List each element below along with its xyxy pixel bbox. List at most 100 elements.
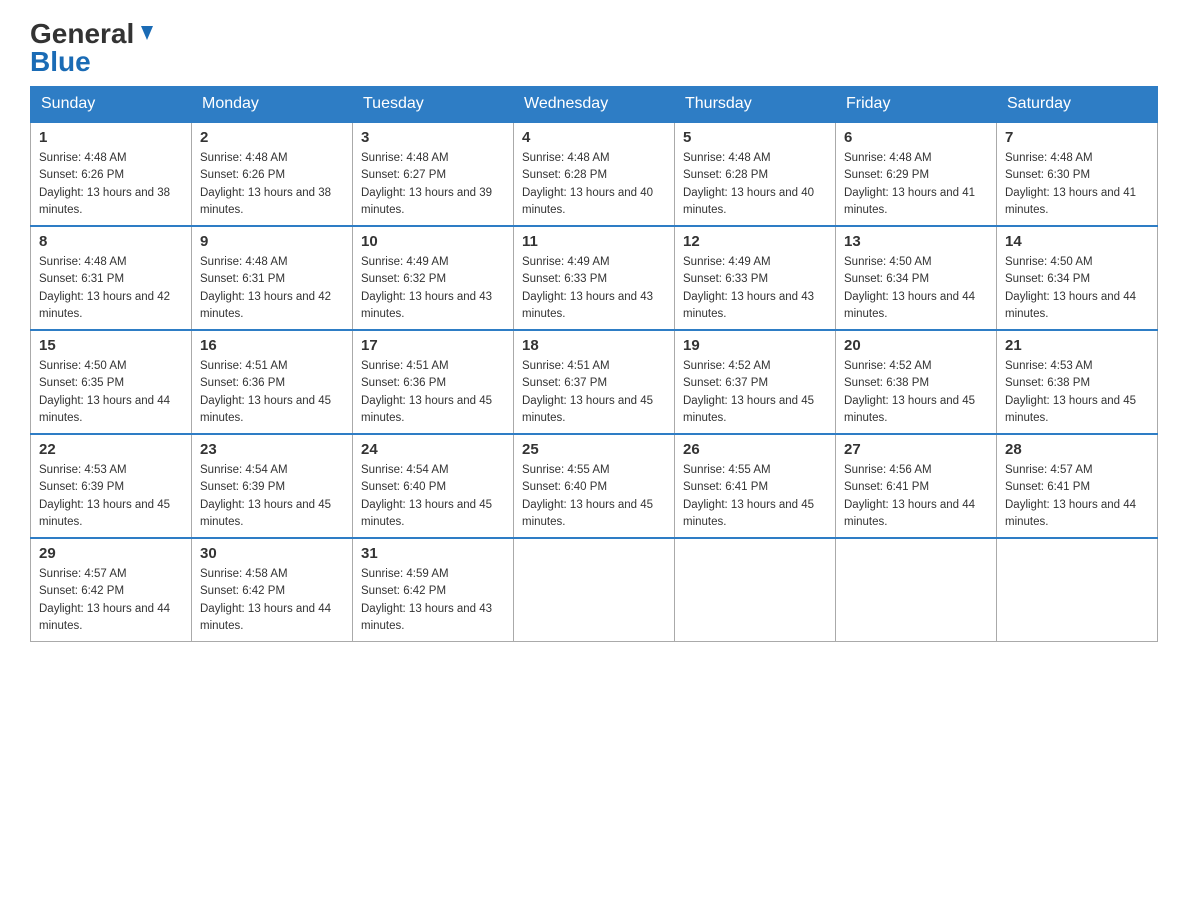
day-number: 4 bbox=[522, 129, 666, 146]
day-info: Sunrise: 4:57 AM Sunset: 6:42 PM Dayligh… bbox=[39, 566, 183, 635]
day-info: Sunrise: 4:48 AM Sunset: 6:28 PM Dayligh… bbox=[683, 150, 827, 219]
day-number: 24 bbox=[361, 441, 505, 458]
logo: General Blue bbox=[30, 20, 158, 76]
calendar-cell: 27 Sunrise: 4:56 AM Sunset: 6:41 PM Dayl… bbox=[836, 434, 997, 538]
day-number: 22 bbox=[39, 441, 183, 458]
day-number: 3 bbox=[361, 129, 505, 146]
logo-general-text: General bbox=[30, 20, 134, 48]
day-number: 23 bbox=[200, 441, 344, 458]
day-info: Sunrise: 4:56 AM Sunset: 6:41 PM Dayligh… bbox=[844, 462, 988, 531]
calendar-cell: 10 Sunrise: 4:49 AM Sunset: 6:32 PM Dayl… bbox=[353, 226, 514, 330]
calendar-cell: 16 Sunrise: 4:51 AM Sunset: 6:36 PM Dayl… bbox=[192, 330, 353, 434]
calendar-cell: 8 Sunrise: 4:48 AM Sunset: 6:31 PM Dayli… bbox=[31, 226, 192, 330]
day-number: 26 bbox=[683, 441, 827, 458]
day-info: Sunrise: 4:55 AM Sunset: 6:40 PM Dayligh… bbox=[522, 462, 666, 531]
calendar-cell: 5 Sunrise: 4:48 AM Sunset: 6:28 PM Dayli… bbox=[675, 122, 836, 226]
day-info: Sunrise: 4:53 AM Sunset: 6:38 PM Dayligh… bbox=[1005, 358, 1149, 427]
day-number: 20 bbox=[844, 337, 988, 354]
day-info: Sunrise: 4:51 AM Sunset: 6:37 PM Dayligh… bbox=[522, 358, 666, 427]
day-number: 2 bbox=[200, 129, 344, 146]
calendar-header-row: SundayMondayTuesdayWednesdayThursdayFrid… bbox=[31, 87, 1158, 123]
calendar-cell: 26 Sunrise: 4:55 AM Sunset: 6:41 PM Dayl… bbox=[675, 434, 836, 538]
day-info: Sunrise: 4:49 AM Sunset: 6:32 PM Dayligh… bbox=[361, 254, 505, 323]
day-info: Sunrise: 4:48 AM Sunset: 6:27 PM Dayligh… bbox=[361, 150, 505, 219]
day-number: 31 bbox=[361, 545, 505, 562]
day-info: Sunrise: 4:48 AM Sunset: 6:31 PM Dayligh… bbox=[200, 254, 344, 323]
calendar-cell: 23 Sunrise: 4:54 AM Sunset: 6:39 PM Dayl… bbox=[192, 434, 353, 538]
calendar-week-row-1: 1 Sunrise: 4:48 AM Sunset: 6:26 PM Dayli… bbox=[31, 122, 1158, 226]
calendar-cell: 30 Sunrise: 4:58 AM Sunset: 6:42 PM Dayl… bbox=[192, 538, 353, 642]
calendar-header-thursday: Thursday bbox=[675, 87, 836, 123]
calendar-cell: 24 Sunrise: 4:54 AM Sunset: 6:40 PM Dayl… bbox=[353, 434, 514, 538]
day-number: 14 bbox=[1005, 233, 1149, 250]
calendar-header-wednesday: Wednesday bbox=[514, 87, 675, 123]
day-info: Sunrise: 4:55 AM Sunset: 6:41 PM Dayligh… bbox=[683, 462, 827, 531]
logo-triangle-icon bbox=[136, 22, 158, 44]
calendar-cell: 12 Sunrise: 4:49 AM Sunset: 6:33 PM Dayl… bbox=[675, 226, 836, 330]
day-info: Sunrise: 4:54 AM Sunset: 6:40 PM Dayligh… bbox=[361, 462, 505, 531]
page-container: General Blue SundayMondayTuesdayWednesda… bbox=[30, 20, 1158, 642]
day-info: Sunrise: 4:57 AM Sunset: 6:41 PM Dayligh… bbox=[1005, 462, 1149, 531]
day-number: 15 bbox=[39, 337, 183, 354]
calendar-header-monday: Monday bbox=[192, 87, 353, 123]
calendar-cell: 2 Sunrise: 4:48 AM Sunset: 6:26 PM Dayli… bbox=[192, 122, 353, 226]
day-info: Sunrise: 4:54 AM Sunset: 6:39 PM Dayligh… bbox=[200, 462, 344, 531]
day-info: Sunrise: 4:48 AM Sunset: 6:28 PM Dayligh… bbox=[522, 150, 666, 219]
calendar-cell: 29 Sunrise: 4:57 AM Sunset: 6:42 PM Dayl… bbox=[31, 538, 192, 642]
day-number: 11 bbox=[522, 233, 666, 250]
calendar-header-saturday: Saturday bbox=[997, 87, 1158, 123]
day-info: Sunrise: 4:50 AM Sunset: 6:35 PM Dayligh… bbox=[39, 358, 183, 427]
calendar-header-tuesday: Tuesday bbox=[353, 87, 514, 123]
day-number: 25 bbox=[522, 441, 666, 458]
calendar-week-row-3: 15 Sunrise: 4:50 AM Sunset: 6:35 PM Dayl… bbox=[31, 330, 1158, 434]
day-number: 6 bbox=[844, 129, 988, 146]
day-info: Sunrise: 4:51 AM Sunset: 6:36 PM Dayligh… bbox=[361, 358, 505, 427]
calendar-cell: 20 Sunrise: 4:52 AM Sunset: 6:38 PM Dayl… bbox=[836, 330, 997, 434]
day-number: 13 bbox=[844, 233, 988, 250]
calendar-cell: 28 Sunrise: 4:57 AM Sunset: 6:41 PM Dayl… bbox=[997, 434, 1158, 538]
day-number: 9 bbox=[200, 233, 344, 250]
calendar-cell: 19 Sunrise: 4:52 AM Sunset: 6:37 PM Dayl… bbox=[675, 330, 836, 434]
calendar-cell bbox=[997, 538, 1158, 642]
day-number: 21 bbox=[1005, 337, 1149, 354]
day-number: 17 bbox=[361, 337, 505, 354]
calendar-cell: 13 Sunrise: 4:50 AM Sunset: 6:34 PM Dayl… bbox=[836, 226, 997, 330]
day-info: Sunrise: 4:48 AM Sunset: 6:31 PM Dayligh… bbox=[39, 254, 183, 323]
header: General Blue bbox=[30, 20, 1158, 76]
calendar-cell: 18 Sunrise: 4:51 AM Sunset: 6:37 PM Dayl… bbox=[514, 330, 675, 434]
day-number: 29 bbox=[39, 545, 183, 562]
calendar-header-sunday: Sunday bbox=[31, 87, 192, 123]
calendar-cell: 4 Sunrise: 4:48 AM Sunset: 6:28 PM Dayli… bbox=[514, 122, 675, 226]
calendar-table: SundayMondayTuesdayWednesdayThursdayFrid… bbox=[30, 86, 1158, 642]
calendar-week-row-5: 29 Sunrise: 4:57 AM Sunset: 6:42 PM Dayl… bbox=[31, 538, 1158, 642]
calendar-cell: 11 Sunrise: 4:49 AM Sunset: 6:33 PM Dayl… bbox=[514, 226, 675, 330]
calendar-cell: 15 Sunrise: 4:50 AM Sunset: 6:35 PM Dayl… bbox=[31, 330, 192, 434]
calendar-cell: 14 Sunrise: 4:50 AM Sunset: 6:34 PM Dayl… bbox=[997, 226, 1158, 330]
day-number: 7 bbox=[1005, 129, 1149, 146]
day-info: Sunrise: 4:52 AM Sunset: 6:38 PM Dayligh… bbox=[844, 358, 988, 427]
calendar-cell bbox=[675, 538, 836, 642]
calendar-cell: 1 Sunrise: 4:48 AM Sunset: 6:26 PM Dayli… bbox=[31, 122, 192, 226]
calendar-cell bbox=[514, 538, 675, 642]
day-info: Sunrise: 4:52 AM Sunset: 6:37 PM Dayligh… bbox=[683, 358, 827, 427]
day-number: 19 bbox=[683, 337, 827, 354]
day-number: 5 bbox=[683, 129, 827, 146]
day-info: Sunrise: 4:48 AM Sunset: 6:29 PM Dayligh… bbox=[844, 150, 988, 219]
day-info: Sunrise: 4:48 AM Sunset: 6:26 PM Dayligh… bbox=[200, 150, 344, 219]
day-info: Sunrise: 4:50 AM Sunset: 6:34 PM Dayligh… bbox=[844, 254, 988, 323]
calendar-header-friday: Friday bbox=[836, 87, 997, 123]
day-number: 16 bbox=[200, 337, 344, 354]
day-number: 30 bbox=[200, 545, 344, 562]
calendar-cell: 31 Sunrise: 4:59 AM Sunset: 6:42 PM Dayl… bbox=[353, 538, 514, 642]
calendar-cell: 9 Sunrise: 4:48 AM Sunset: 6:31 PM Dayli… bbox=[192, 226, 353, 330]
day-info: Sunrise: 4:48 AM Sunset: 6:26 PM Dayligh… bbox=[39, 150, 183, 219]
day-info: Sunrise: 4:50 AM Sunset: 6:34 PM Dayligh… bbox=[1005, 254, 1149, 323]
day-number: 8 bbox=[39, 233, 183, 250]
day-info: Sunrise: 4:59 AM Sunset: 6:42 PM Dayligh… bbox=[361, 566, 505, 635]
calendar-cell: 25 Sunrise: 4:55 AM Sunset: 6:40 PM Dayl… bbox=[514, 434, 675, 538]
calendar-cell: 7 Sunrise: 4:48 AM Sunset: 6:30 PM Dayli… bbox=[997, 122, 1158, 226]
day-info: Sunrise: 4:49 AM Sunset: 6:33 PM Dayligh… bbox=[683, 254, 827, 323]
day-info: Sunrise: 4:49 AM Sunset: 6:33 PM Dayligh… bbox=[522, 254, 666, 323]
calendar-cell bbox=[836, 538, 997, 642]
day-number: 18 bbox=[522, 337, 666, 354]
